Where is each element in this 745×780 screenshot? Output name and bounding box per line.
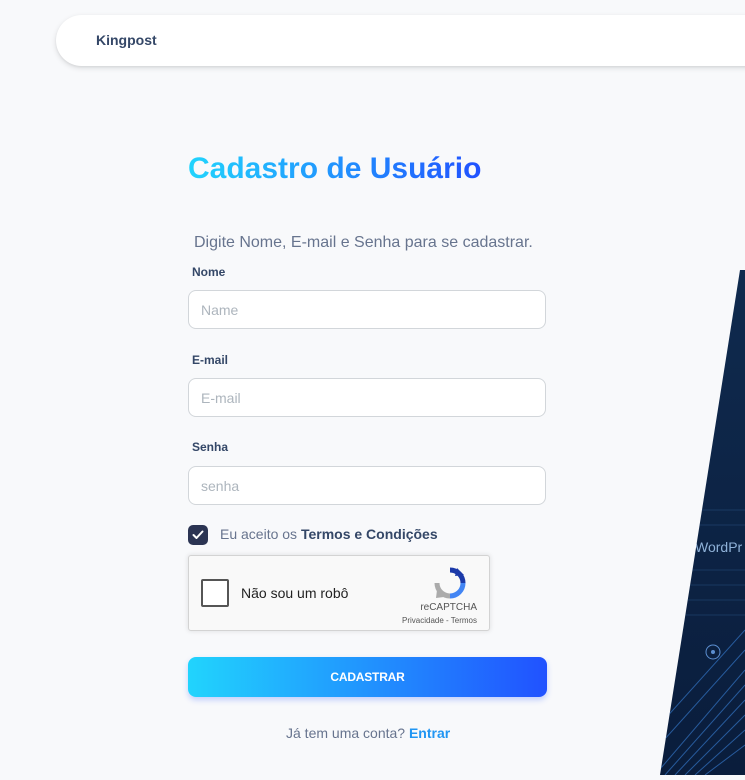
page-title: Cadastro de Usuário xyxy=(188,152,482,185)
recaptcha-icon xyxy=(434,567,466,599)
name-input[interactable] xyxy=(188,290,546,329)
brand-logo-text[interactable]: Kingpost xyxy=(96,32,157,48)
footer-prompt: Já tem uma conta? xyxy=(286,725,406,741)
recaptcha-privacy-link[interactable]: Privacidade xyxy=(402,616,444,625)
email-input[interactable] xyxy=(188,378,546,417)
recaptcha-label: Não sou um robô xyxy=(241,585,349,601)
terms-label: Eu aceito os Termos e Condições xyxy=(220,526,438,542)
email-label: E-mail xyxy=(192,353,229,367)
page-subtitle: Digite Nome, E-mail e Senha para se cada… xyxy=(194,234,533,251)
name-label: Nome xyxy=(192,265,226,279)
recaptcha-brand: reCAPTCHA xyxy=(420,602,477,613)
navbar: Kingpost xyxy=(56,15,745,66)
recaptcha-widget: Não sou um robô reCAPTCHA Privacidade - … xyxy=(188,555,490,631)
recaptcha-separator: - xyxy=(443,616,451,625)
checkmark-icon xyxy=(192,530,204,539)
signin-link[interactable]: Entrar xyxy=(409,725,450,741)
recaptcha-checkbox[interactable] xyxy=(201,579,229,607)
terms-prefix: Eu aceito os xyxy=(220,526,298,542)
register-button[interactable]: CADASTRAR xyxy=(188,657,547,697)
decorative-side-image: WordPr xyxy=(655,270,745,775)
password-input[interactable] xyxy=(188,466,546,505)
password-label: Senha xyxy=(192,440,229,454)
decor-text: WordPr xyxy=(695,539,743,555)
terms-checkbox[interactable] xyxy=(188,525,208,545)
recaptcha-links: Privacidade - Termos xyxy=(402,616,477,625)
terms-link[interactable]: Termos e Condições xyxy=(301,526,438,542)
recaptcha-terms-link[interactable]: Termos xyxy=(451,616,477,625)
